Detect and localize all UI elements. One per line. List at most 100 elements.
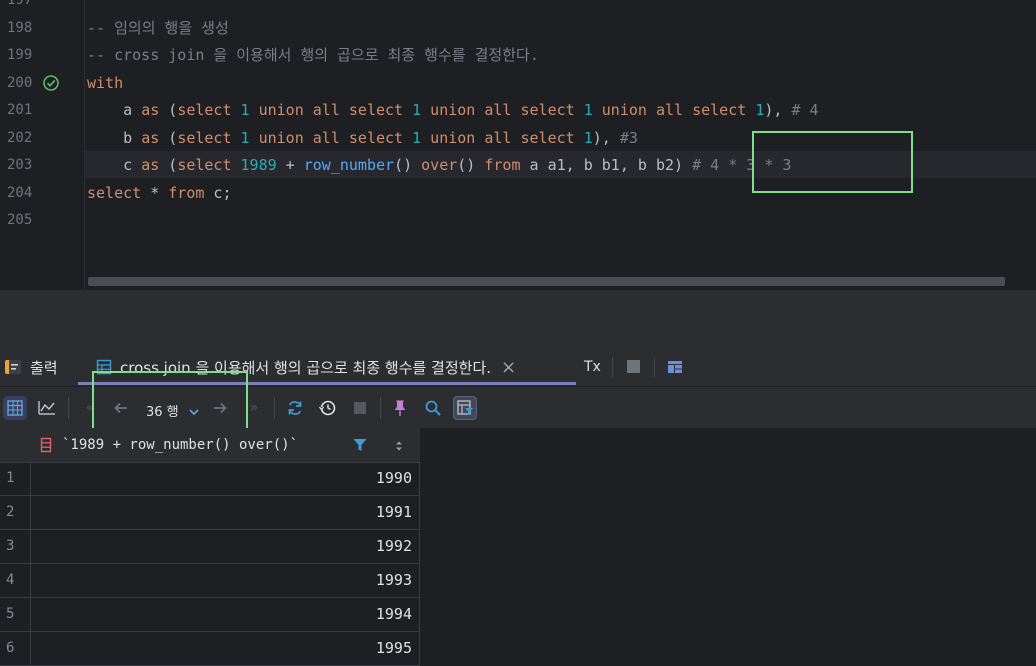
table-view-button[interactable]	[3, 396, 27, 420]
pin-tab-button[interactable]	[388, 396, 412, 420]
column-type-icon	[40, 437, 52, 453]
code-token: 1	[412, 101, 422, 119]
code-token: union all select	[249, 129, 413, 147]
layout-icon[interactable]	[667, 359, 683, 375]
table-cell[interactable]: 1993	[31, 564, 420, 597]
code-token: 1	[240, 129, 250, 147]
stop-icon[interactable]	[626, 359, 642, 375]
table-row[interactable]: 2 1991	[0, 496, 420, 530]
code-line[interactable]: -- cross join 을 이용해서 행의 곱으로 최종 행수를 결정한다.	[87, 46, 539, 64]
table-row[interactable]: 4 1993	[0, 564, 420, 598]
line-number: 198	[7, 20, 33, 36]
refresh-button[interactable]	[283, 396, 307, 420]
code-token: (	[159, 101, 178, 119]
table-cell[interactable]: 1992	[31, 530, 420, 563]
code-token: 1989	[240, 156, 277, 174]
code-token: select	[87, 184, 142, 202]
table-cell[interactable]: 1995	[31, 632, 420, 665]
comment-highlight-box	[752, 131, 913, 193]
line-number: 205	[7, 212, 33, 228]
code-token: -- cross join 을 이용해서 행의 곱으로 최종 행수를 결정한다.	[87, 46, 539, 64]
code-token: c;	[204, 184, 232, 202]
code-token: 1	[412, 129, 422, 147]
line-number: 203	[7, 157, 33, 173]
chart-icon	[38, 401, 55, 415]
code-token: ),	[592, 129, 620, 147]
row-number: 4	[0, 564, 31, 597]
result-grid[interactable]: `1989 + row_number() over()` 1 1990 2 19…	[0, 428, 1036, 666]
refresh-icon	[288, 401, 302, 415]
line-number: 197	[7, 0, 33, 8]
code-token: select	[177, 101, 241, 119]
code-token: from	[168, 184, 205, 202]
stop-query-button[interactable]	[348, 396, 372, 420]
code-token: over	[421, 156, 458, 174]
output-console-icon	[4, 358, 22, 376]
code-token: 1	[240, 101, 250, 119]
line-number-gutter: 197 198 199 200 201 202 203 204 205	[0, 0, 85, 290]
code-token: as	[141, 129, 160, 147]
separator	[274, 397, 275, 419]
horizontal-scrollbar[interactable]	[88, 277, 1005, 286]
last-page-icon: »	[249, 400, 259, 416]
filter-table-icon	[457, 400, 473, 416]
tx-label: Tx	[584, 359, 601, 375]
table-cell[interactable]: 1991	[31, 496, 420, 529]
stop-icon	[354, 402, 366, 414]
code-token: b	[87, 129, 142, 147]
code-token: from	[484, 156, 521, 174]
table-row[interactable]: 1 1990	[0, 462, 420, 496]
statement-ok-check-icon[interactable]	[42, 74, 60, 92]
code-token: ()	[457, 156, 485, 174]
code-line[interactable]: with	[87, 74, 123, 92]
table-cell[interactable]: 1994	[31, 598, 420, 631]
panel-divider[interactable]	[0, 290, 1036, 350]
separator	[612, 357, 613, 377]
line-number: 199	[7, 47, 33, 63]
code-token: with	[87, 74, 124, 92]
code-token: 1	[583, 129, 593, 147]
code-token: select	[177, 156, 241, 174]
code-line[interactable]: -- 임의의 행을 생성	[87, 19, 229, 37]
code-line[interactable]: b as (select 1 union all select 1 union …	[87, 129, 638, 147]
code-token: as	[141, 156, 160, 174]
filter-view-button[interactable]	[453, 396, 477, 420]
table-view-icon	[7, 400, 23, 416]
code-token: 1	[583, 101, 593, 119]
sort-icon[interactable]	[393, 438, 405, 452]
code-line[interactable]: a as (select 1 union all select 1 union …	[87, 101, 819, 119]
grid-header: `1989 + row_number() over()`	[0, 428, 420, 463]
code-line[interactable]: c as (select 1989 + row_number() over() …	[87, 156, 791, 174]
pin-icon	[394, 400, 406, 416]
code-token: # 4	[791, 101, 819, 119]
code-token: row_number	[303, 156, 395, 174]
line-number: 201	[7, 102, 33, 118]
table-row[interactable]: 5 1994	[0, 598, 420, 632]
filter-icon[interactable]	[352, 437, 368, 453]
code-token: (	[159, 156, 178, 174]
code-token: (	[159, 129, 178, 147]
column-header[interactable]: `1989 + row_number() over()`	[62, 437, 298, 453]
chart-view-button[interactable]	[35, 396, 59, 420]
table-cell[interactable]: 1990	[31, 462, 420, 495]
code-token: union all select	[249, 101, 413, 119]
row-number: 6	[0, 632, 31, 665]
table-row[interactable]: 6 1995	[0, 632, 420, 666]
row-number: 3	[0, 530, 31, 563]
code-token: *	[141, 184, 169, 202]
code-token: a	[87, 101, 142, 119]
close-tab-icon[interactable]: ×	[501, 357, 516, 378]
search-button[interactable]	[421, 396, 445, 420]
history-button[interactable]	[315, 396, 339, 420]
code-token: a a1, b b1, b b2)	[520, 156, 693, 174]
code-line[interactable]: select * from c;	[87, 184, 232, 202]
separator	[380, 397, 381, 419]
tab-output[interactable]: 출력	[4, 350, 58, 384]
transaction-button[interactable]: Tx	[584, 350, 601, 384]
line-number: 202	[7, 130, 33, 146]
row-number: 5	[0, 598, 31, 631]
line-number: 204	[7, 185, 33, 201]
table-row[interactable]: 3 1992	[0, 530, 420, 564]
code-token: ),	[764, 101, 792, 119]
code-editor[interactable]: 197 198 199 200 201 202 203 204 205 -- 임…	[0, 0, 1036, 290]
